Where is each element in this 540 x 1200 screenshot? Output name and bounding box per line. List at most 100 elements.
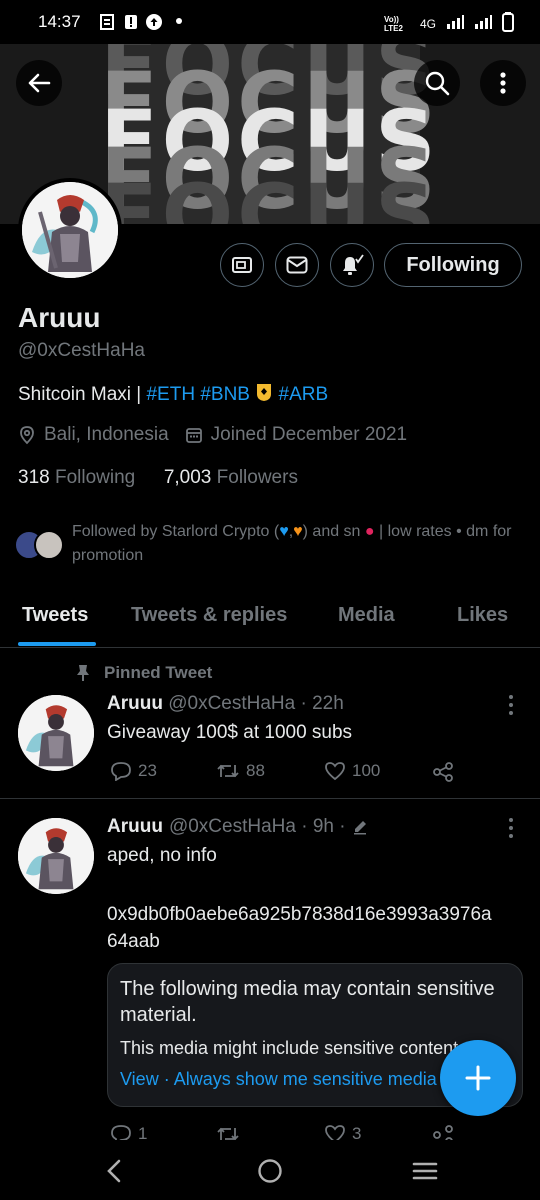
search-button[interactable] — [414, 60, 460, 106]
active-tab-indicator — [18, 642, 96, 646]
home-circle-icon — [258, 1159, 282, 1183]
back-button[interactable] — [16, 60, 62, 106]
always-show-link[interactable]: Always show me sensitive media — [174, 1069, 437, 1089]
arrow-left-icon — [28, 73, 51, 93]
tweet-avatar[interactable] — [18, 695, 94, 771]
tweet-meta: @0xCestHaHa · 22h — [168, 693, 344, 714]
tweet-avatar[interactable] — [18, 818, 94, 894]
reply-icon — [111, 762, 131, 781]
like-count: 100 — [352, 761, 381, 780]
retweet-button[interactable] — [216, 1124, 240, 1140]
tweet-author-name[interactable]: Aruuu — [107, 816, 163, 838]
pinned-header: Pinned Tweet — [76, 663, 212, 683]
retweet-button[interactable]: 88 — [216, 761, 265, 781]
status-bar: 14:37 Vo)) LTE2 4G — [0, 0, 540, 44]
chevron-left-icon — [107, 1159, 121, 1183]
menu-icon — [412, 1162, 438, 1180]
profile-tabs: Tweets Tweets & replies Media Likes — [0, 590, 540, 648]
following-link[interactable]: 318 Following — [18, 467, 135, 488]
followers-link[interactable]: 7,003 Followers — [164, 467, 298, 488]
reply-icon — [111, 1125, 131, 1140]
sensitive-title: The following media may contain sensitiv… — [120, 978, 495, 1026]
retweet-count: 88 — [246, 761, 265, 780]
share-icon — [433, 1125, 453, 1140]
followers-count: 7,003 — [163, 467, 212, 488]
blue-heart-icon: ♥ — [279, 523, 289, 540]
notes-icon — [100, 14, 114, 30]
profile-joined: Joined December 2021 — [210, 424, 408, 445]
share-button[interactable] — [432, 1124, 454, 1140]
followers-label: Followers — [216, 467, 298, 488]
network-type: 4G — [419, 16, 436, 31]
pin-icon — [77, 665, 89, 681]
following-label: Following — [54, 467, 136, 488]
tab-tweets-replies[interactable]: Tweets & replies — [131, 604, 287, 627]
reply-button[interactable]: 23 — [110, 761, 157, 781]
profile-bio: Shitcoin Maxi | #ETH #BNB #ARB — [18, 382, 328, 408]
profile-location: Bali, Indonesia — [44, 424, 169, 445]
tweet-meta: @0xCestHaHa · 9h · — [168, 816, 346, 837]
hashtag-eth[interactable]: #ETH — [146, 384, 195, 405]
heart-icon — [325, 762, 345, 781]
signal-icon — [446, 14, 464, 33]
more-options-button[interactable] — [480, 60, 526, 106]
upload-icon — [146, 14, 162, 30]
tweet-actions-row: 1 3 — [0, 1124, 540, 1140]
orange-heart-icon: ♥ — [293, 523, 303, 540]
message-button[interactable] — [275, 243, 319, 287]
retweet-icon — [217, 764, 239, 778]
share-icon — [433, 762, 453, 782]
share-button[interactable] — [432, 761, 454, 783]
tweet-address: 0x9db0fb0aebe6a925b7838d16e3993a3976a64a… — [107, 904, 492, 952]
nav-recents-button[interactable] — [412, 1161, 438, 1186]
reply-button[interactable]: 1 — [110, 1124, 147, 1140]
battery-icon — [502, 12, 514, 35]
tab-tweets[interactable]: Tweets — [22, 604, 88, 627]
tab-media[interactable]: Media — [338, 604, 395, 627]
tweet-text: aped, no info — [107, 845, 217, 866]
like-button[interactable]: 100 — [324, 761, 380, 781]
bell-check-icon — [343, 254, 364, 275]
bnb-badge-icon — [255, 382, 273, 408]
heart-icon — [325, 1125, 345, 1140]
like-count: 3 — [352, 1124, 362, 1140]
volte-label: Vo)) LTE2 — [383, 14, 403, 33]
tweet-more-button[interactable] — [509, 695, 513, 719]
bio-text: Shitcoin Maxi | — [18, 384, 147, 405]
like-button[interactable]: 3 — [324, 1124, 361, 1140]
tweet-author-name[interactable]: Aruuu — [107, 693, 163, 714]
follower-avatar-2 — [34, 530, 64, 560]
retweet-icon — [217, 1127, 239, 1140]
hashtag-arb[interactable]: #ARB — [279, 384, 329, 405]
more-vertical-icon — [500, 72, 506, 94]
avatar-illustration — [18, 818, 94, 894]
following-button[interactable]: Following — [384, 243, 522, 287]
profile-stats: 318 Following 7,003 Followers — [18, 467, 298, 489]
tweet-header: Aruuu @0xCestHaHa · 22h — [107, 693, 344, 715]
avatar-illustration — [22, 182, 118, 278]
subscribe-button[interactable] — [220, 243, 264, 287]
view-link[interactable]: View — [120, 1069, 159, 1089]
profile-avatar[interactable] — [18, 178, 122, 282]
edit-icon — [353, 821, 366, 835]
nav-back-button[interactable] — [104, 1158, 124, 1189]
dot-icon — [176, 18, 182, 24]
reply-count: 23 — [138, 761, 157, 780]
notifications-button[interactable] — [330, 243, 374, 287]
hashtag-bnb[interactable]: #BNB — [200, 384, 250, 405]
tweet-pinned[interactable]: Pinned Tweet Aruuu @0xCestHaHa · 22h Giv… — [0, 649, 540, 799]
tweet-more-button[interactable] — [509, 818, 513, 842]
followed-by[interactable]: Followed by Starlord Crypto (♥,♥) and sn… — [14, 520, 524, 568]
alert-icon — [124, 14, 138, 30]
nav-home-button[interactable] — [257, 1158, 283, 1189]
tweet-header: Aruuu @0xCestHaHa · 9h · — [107, 816, 368, 838]
pinned-label: Pinned Tweet — [104, 663, 213, 682]
status-right: Vo)) LTE2 4G — [384, 12, 514, 35]
profile-name: Aruuu — [18, 302, 101, 333]
compose-tweet-button[interactable] — [440, 1040, 516, 1116]
followed-by-suffix: ) and sn — [302, 523, 361, 540]
avatar-illustration — [18, 695, 94, 771]
strawberry-icon: ● — [364, 523, 375, 540]
tab-likes[interactable]: Likes — [457, 604, 508, 627]
ticket-icon — [232, 257, 252, 273]
